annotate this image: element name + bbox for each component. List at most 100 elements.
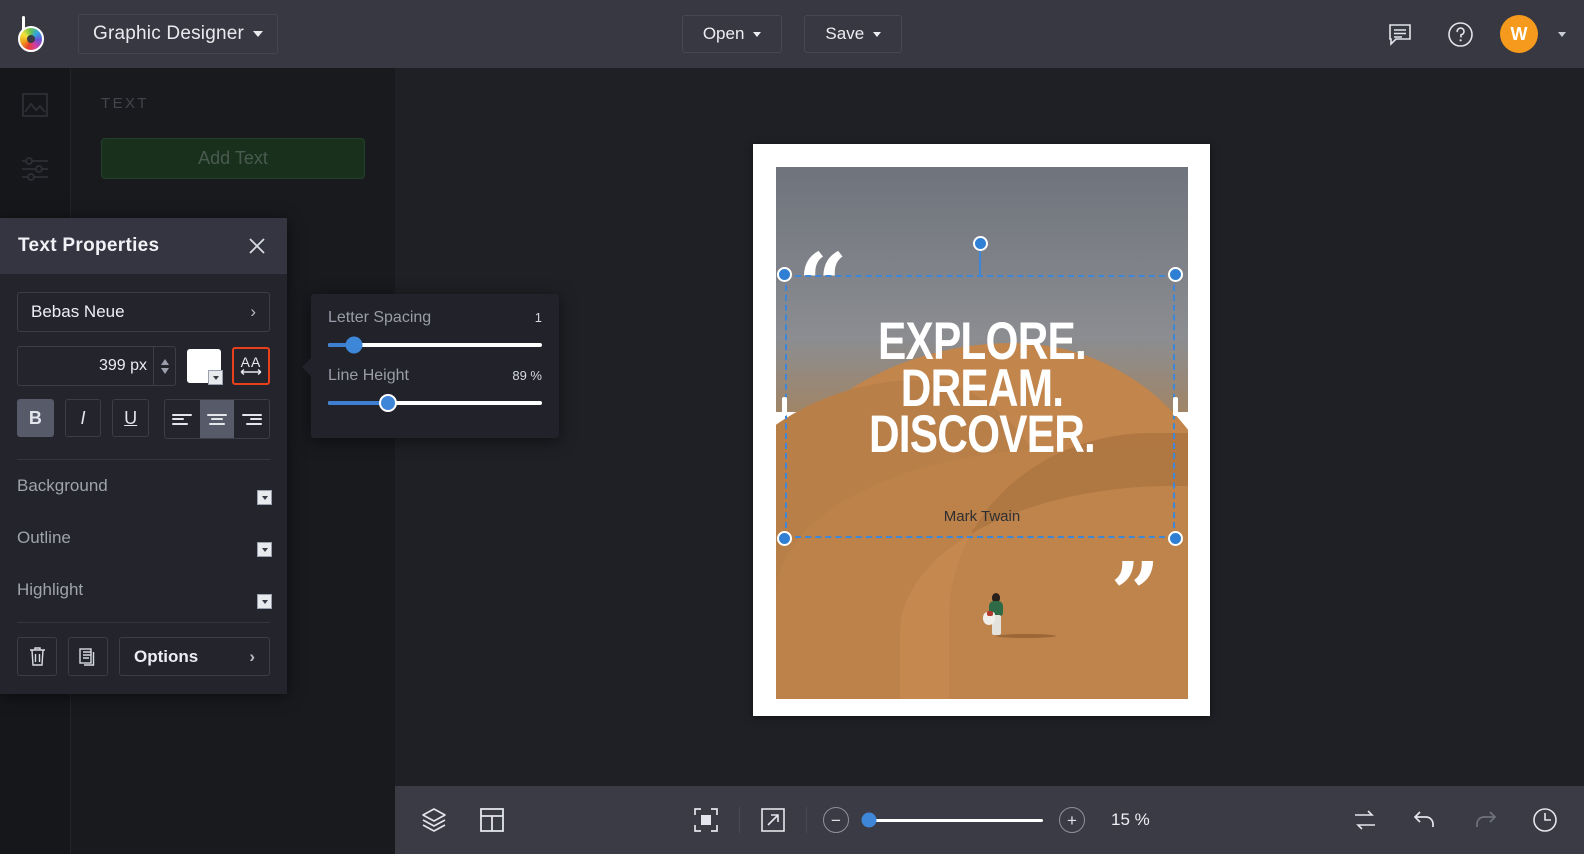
text-align-group [164, 399, 270, 439]
letter-spacing-slider[interactable] [328, 343, 542, 347]
text-style-row: B I U [17, 399, 270, 439]
underline-label: U [124, 408, 137, 429]
line-height-slider[interactable] [328, 401, 542, 405]
quote-close-mark: ” [1111, 568, 1160, 621]
add-text-button[interactable]: Add Text [101, 138, 365, 179]
undo-icon[interactable] [1408, 803, 1442, 837]
bold-button[interactable]: B [17, 399, 54, 437]
highlight-label: Highlight [17, 580, 83, 600]
underline-button[interactable]: U [112, 399, 149, 437]
zoom-slider[interactable] [865, 819, 1043, 822]
font-size-value: 399 px [99, 357, 147, 375]
rotate-handle[interactable] [973, 236, 988, 251]
align-center-button[interactable] [200, 400, 235, 438]
text-properties-body: Bebas Neue › 399 px AA [0, 274, 287, 676]
canvas-area[interactable]: “ ” EXPLORE. DREAM. DISCOVER. Mark Twain [395, 68, 1584, 786]
letter-spacing-icon[interactable]: AA [232, 347, 270, 385]
close-icon[interactable] [245, 234, 269, 258]
stepper-up-icon[interactable] [161, 359, 169, 365]
design-page[interactable]: “ ” EXPLORE. DREAM. DISCOVER. Mark Twain [753, 144, 1210, 716]
trash-icon[interactable] [17, 637, 57, 676]
duplicate-icon[interactable] [68, 637, 108, 676]
chevron-down-icon[interactable] [257, 542, 272, 557]
app-logo[interactable] [0, 0, 70, 68]
align-left-button[interactable] [165, 400, 200, 438]
bold-label: B [29, 408, 42, 429]
chevron-right-icon: › [250, 302, 256, 322]
zoom-level-label: 15 % [1111, 810, 1150, 830]
image-icon[interactable] [16, 86, 54, 124]
bazaart-logo-icon [18, 16, 52, 52]
resize-handle-bottom-right[interactable] [1168, 531, 1183, 546]
chevron-down-icon [873, 32, 881, 37]
redo-icon[interactable] [1468, 803, 1502, 837]
resize-handle-top-left[interactable] [777, 267, 792, 282]
options-button[interactable]: Options › [119, 637, 270, 676]
top-toolbar: Graphic Designer Open Save [0, 0, 1584, 68]
chevron-down-icon[interactable] [257, 490, 272, 505]
swap-icon[interactable] [1348, 803, 1382, 837]
zoom-in-button[interactable]: + [1059, 807, 1085, 833]
stepper-down-icon[interactable] [161, 368, 169, 374]
italic-button[interactable]: I [65, 399, 102, 437]
outline-label: Outline [17, 528, 71, 548]
zoom-out-button[interactable]: − [823, 807, 849, 833]
app-root: Graphic Designer Open Save [0, 0, 1584, 854]
letter-spacing-slider-handle[interactable] [345, 337, 362, 354]
background-label: Background [17, 476, 108, 496]
letter-spacing-popover: Letter Spacing 1 Line Height 89 % [311, 294, 559, 438]
open-label: Open [703, 24, 745, 44]
open-button[interactable]: Open [682, 15, 783, 53]
chat-icon[interactable] [1380, 14, 1420, 54]
highlight-color-swatch[interactable] [236, 573, 270, 607]
letter-spacing-slider-block: Letter Spacing 1 [328, 309, 542, 347]
account-chevron-down-icon[interactable] [1558, 32, 1566, 37]
divider [17, 622, 270, 623]
history-icon[interactable] [1528, 803, 1562, 837]
chevron-down-icon [753, 32, 761, 37]
layers-icon[interactable] [417, 803, 451, 837]
options-label: Options [134, 647, 198, 667]
resize-handle-bottom-left[interactable] [777, 531, 792, 546]
zoom-in-label: + [1067, 812, 1077, 829]
resize-handle-right[interactable] [1173, 397, 1178, 416]
chevron-down-icon[interactable] [208, 370, 223, 385]
text-properties-title: Text Properties [18, 235, 159, 257]
save-label: Save [825, 24, 864, 44]
letter-spacing-label: Letter Spacing [328, 309, 431, 327]
outline-color-swatch[interactable] [236, 521, 270, 555]
stepper-arrows[interactable] [153, 347, 169, 385]
align-right-button[interactable] [234, 400, 269, 438]
text-properties-panel: Text Properties Bebas Neue › 399 px [0, 218, 287, 694]
italic-label: I [81, 408, 86, 429]
font-family-select[interactable]: Bebas Neue › [17, 292, 270, 332]
fit-to-screen-icon[interactable] [689, 803, 723, 837]
chevron-down-icon [253, 31, 263, 37]
save-button[interactable]: Save [804, 15, 902, 53]
text-properties-footer: Options › [17, 637, 270, 676]
templates-icon[interactable] [475, 803, 509, 837]
resize-handle-left[interactable] [782, 397, 787, 416]
adjustments-icon[interactable] [16, 150, 54, 188]
letter-spacing-icon-label: AA [241, 356, 262, 368]
chevron-down-icon[interactable] [257, 594, 272, 609]
zoom-slider-handle[interactable] [861, 813, 876, 828]
text-color-swatch[interactable] [187, 349, 221, 383]
avatar[interactable]: W [1500, 15, 1538, 53]
fullscreen-icon[interactable] [756, 803, 790, 837]
line-height-slider-handle[interactable] [379, 394, 397, 412]
selection-overlay[interactable] [785, 275, 1175, 538]
add-text-label: Add Text [198, 148, 268, 169]
bottom-center-tools: − + 15 % [689, 803, 1150, 837]
resize-handle-top-right[interactable] [1168, 267, 1183, 282]
document-title-label: Graphic Designer [93, 23, 244, 45]
bottom-toolbar: − + 15 % [395, 786, 1584, 854]
bottom-left-tools [417, 803, 509, 837]
line-height-value: 89 % [512, 368, 542, 383]
font-size-stepper[interactable]: 399 px [17, 346, 176, 386]
line-height-slider-block: Line Height 89 % [328, 367, 542, 405]
text-properties-header: Text Properties [0, 218, 287, 274]
background-color-swatch[interactable] [236, 469, 270, 503]
document-title-dropdown[interactable]: Graphic Designer [78, 14, 278, 54]
help-icon[interactable] [1440, 14, 1480, 54]
